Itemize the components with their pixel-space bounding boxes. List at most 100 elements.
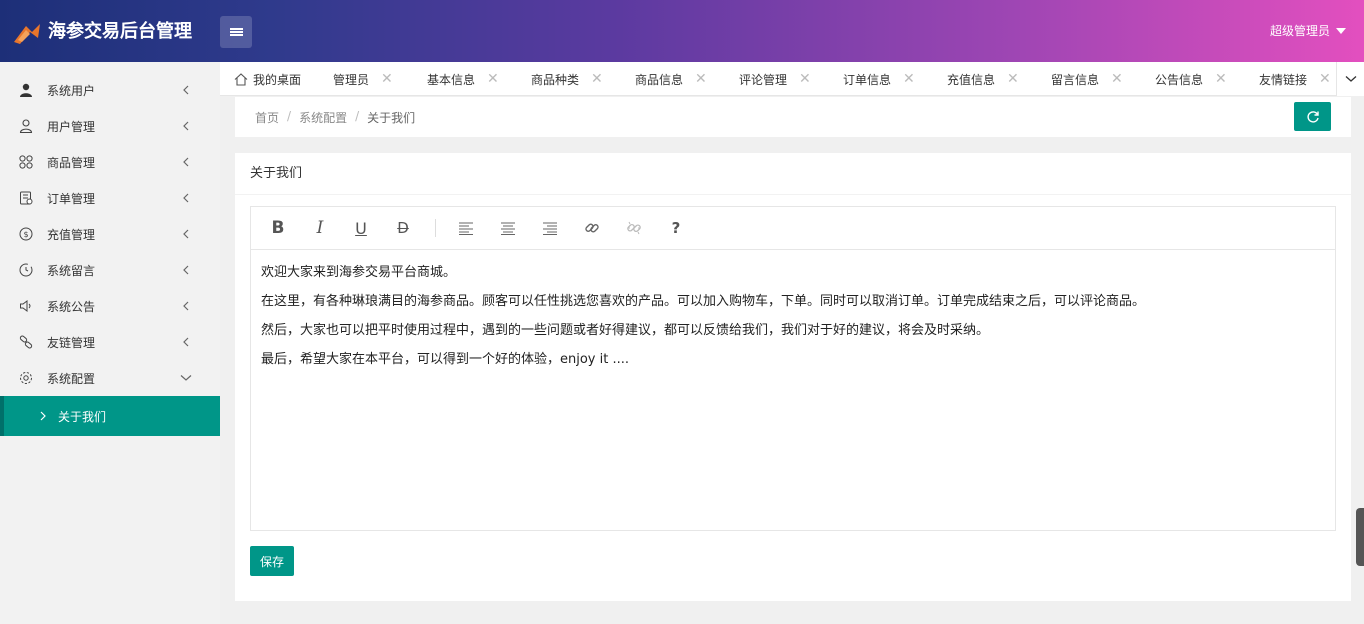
tab-order-info[interactable]: 订单信息 ✕ — [843, 62, 915, 96]
sidebar-item-label: 系统公告 — [47, 299, 96, 314]
sidebar-item-label: 系统留言 — [47, 263, 96, 278]
rich-text-editor[interactable]: B I U D ? 欢迎大家来到海参交易平台商城。 在这里，有各种琳琅满目的海参… — [250, 206, 1336, 531]
sidebar-subitem-label: 关于我们 — [58, 409, 107, 424]
menu-toggle-button[interactable] — [220, 16, 252, 48]
sidebar-item-friend-links[interactable]: 友链管理 — [0, 324, 220, 360]
tab-friend-links[interactable]: 友情链接 ✕ — [1259, 62, 1331, 96]
strikethrough-button[interactable]: D — [393, 218, 413, 238]
card-title: 关于我们 — [235, 153, 1351, 195]
breadcrumb-separator: / — [287, 109, 292, 123]
close-icon[interactable]: ✕ — [799, 71, 811, 87]
refresh-button[interactable] — [1294, 102, 1331, 131]
breadcrumb-section[interactable]: 系统配置 — [299, 109, 347, 126]
close-icon[interactable]: ✕ — [1111, 71, 1123, 87]
chevron-left-icon — [183, 193, 189, 203]
content-paragraph: 在这里，有各种琳琅满目的海参商品。顾客可以任性挑选您喜欢的产品。可以加入购物车，… — [261, 294, 1146, 309]
tab-label: 充值信息 — [947, 72, 996, 87]
close-icon[interactable]: ✕ — [1215, 71, 1227, 87]
sidebar-item-label: 订单管理 — [47, 191, 96, 206]
italic-button[interactable]: I — [310, 218, 330, 238]
close-icon[interactable]: ✕ — [695, 71, 707, 87]
tab-recharge-info[interactable]: 充值信息 ✕ — [947, 62, 1019, 96]
chevron-left-icon — [183, 229, 189, 239]
svg-text:$: $ — [23, 230, 28, 239]
user-menu[interactable]: 超级管理员 — [1270, 22, 1346, 40]
gear-icon — [18, 370, 34, 386]
top-header: 海参交易后台管理 超级管理员 — [0, 0, 1364, 62]
close-icon[interactable]: ✕ — [591, 71, 603, 87]
app-title: 海参交易后台管理 — [48, 21, 192, 42]
help-button[interactable]: ? — [666, 218, 686, 238]
breadcrumb-home[interactable]: 首页 — [255, 109, 279, 126]
align-center-button[interactable] — [498, 218, 518, 238]
speaker-icon — [18, 298, 34, 314]
breadcrumb-current: 关于我们 — [367, 111, 416, 125]
tab-my-desktop[interactable]: 我的桌面 — [234, 62, 301, 96]
about-card: 关于我们 B I U D ? 欢迎大家来到海参交易平台商城。 在这里，有各种琳琅… — [235, 153, 1351, 601]
side-scroll-handle[interactable] — [1356, 508, 1364, 566]
save-button[interactable]: 保存 — [250, 546, 294, 576]
tab-admin[interactable]: 管理员 ✕ — [333, 62, 393, 96]
sidebar-item-system-announcements[interactable]: 系统公告 — [0, 288, 220, 324]
tab-label: 商品信息 — [635, 72, 684, 87]
sidebar-subitem-about-us[interactable]: 关于我们 — [0, 396, 220, 436]
align-right-icon — [543, 222, 557, 235]
tab-label: 公告信息 — [1155, 72, 1204, 87]
tab-more-button[interactable] — [1336, 62, 1364, 96]
chevron-right-icon — [40, 411, 46, 421]
grid-icon — [18, 154, 34, 170]
tab-comment-management[interactable]: 评论管理 ✕ — [739, 62, 811, 96]
editor-content[interactable]: 欢迎大家来到海参交易平台商城。 在这里，有各种琳琅满目的海参商品。顾客可以任性挑… — [251, 250, 1335, 382]
tab-basic-info[interactable]: 基本信息 ✕ — [427, 62, 499, 96]
sidebar-item-order-management[interactable]: 订单管理 — [0, 180, 220, 216]
underline-button[interactable]: U — [351, 218, 371, 238]
tab-label: 订单信息 — [843, 72, 892, 87]
link-icon — [585, 223, 599, 233]
sidebar-item-recharge-management[interactable]: $ 充值管理 — [0, 216, 220, 252]
tab-product-info[interactable]: 商品信息 ✕ — [635, 62, 707, 96]
clock-icon — [18, 262, 34, 278]
sidebar-item-label: 友链管理 — [47, 335, 96, 350]
sidebar-item-user-management[interactable]: 用户管理 — [0, 108, 220, 144]
content-paragraph: 然后，大家也可以把平时使用过程中，遇到的一些问题或者好得建议，都可以反馈给我们，… — [261, 323, 990, 338]
sidebar-item-system-config[interactable]: 系统配置 — [0, 360, 220, 396]
close-icon[interactable]: ✕ — [381, 71, 393, 87]
breadcrumb-separator: / — [355, 109, 360, 123]
tab-label: 管理员 — [333, 72, 370, 87]
align-right-button[interactable] — [540, 218, 560, 238]
close-icon[interactable]: ✕ — [1007, 71, 1019, 87]
caret-down-icon — [1336, 28, 1346, 34]
chevron-down-icon — [180, 375, 192, 381]
home-icon — [234, 72, 248, 86]
toolbar-divider — [435, 219, 436, 237]
sidebar-item-system-messages[interactable]: 系统留言 — [0, 252, 220, 288]
chevron-left-icon — [183, 301, 189, 311]
breadcrumb-bar: 首页 / 系统配置 / 关于我们 — [235, 97, 1351, 137]
bold-button[interactable]: B — [268, 218, 288, 238]
align-left-button[interactable] — [456, 218, 476, 238]
editor-toolbar: B I U D ? — [251, 207, 1335, 250]
close-icon[interactable]: ✕ — [487, 71, 499, 87]
sidebar-item-label: 商品管理 — [47, 155, 96, 170]
sidebar-item-label: 系统配置 — [47, 371, 96, 386]
tab-announcement-info[interactable]: 公告信息 ✕ — [1155, 62, 1227, 96]
sidebar-item-system-users[interactable]: 系统用户 — [0, 72, 220, 108]
sidebar-item-label: 系统用户 — [47, 83, 96, 98]
tab-product-category[interactable]: 商品种类 ✕ — [531, 62, 603, 96]
close-icon[interactable]: ✕ — [1319, 71, 1331, 87]
tab-message-info[interactable]: 留言信息 ✕ — [1051, 62, 1123, 96]
align-center-icon — [501, 222, 515, 235]
tab-label: 评论管理 — [739, 72, 788, 87]
sidebar-item-product-management[interactable]: 商品管理 — [0, 144, 220, 180]
content-paragraph: 欢迎大家来到海参交易平台商城。 — [261, 265, 457, 280]
unlink-button[interactable] — [624, 218, 644, 238]
chevron-left-icon — [183, 265, 189, 275]
insert-link-button[interactable] — [582, 218, 602, 238]
refresh-icon — [1306, 110, 1319, 123]
chevron-left-icon — [183, 85, 189, 95]
close-icon[interactable]: ✕ — [903, 71, 915, 87]
user-outline-icon — [18, 118, 34, 134]
content-paragraph: 最后，希望大家在本平台，可以得到一个好的体验，enjoy it .... — [261, 352, 629, 367]
sidebar-item-label: 用户管理 — [47, 119, 96, 134]
chevron-left-icon — [183, 157, 189, 167]
